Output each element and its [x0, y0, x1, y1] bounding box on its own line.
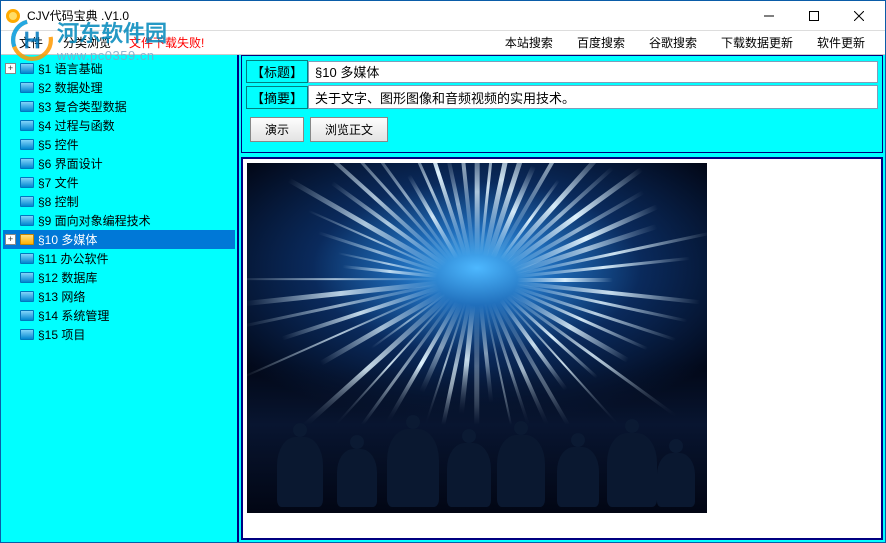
tree-toggle-icon	[5, 139, 16, 150]
tree-toggle-icon	[5, 101, 16, 112]
menu-browse[interactable]: 分类浏览	[53, 32, 121, 53]
demo-button[interactable]: 演示	[250, 117, 304, 142]
tree-toggle-icon	[5, 215, 16, 226]
book-icon	[20, 310, 34, 321]
book-icon	[20, 158, 34, 169]
close-button[interactable]	[836, 2, 881, 30]
tree-item-label: §4 过程与函数	[38, 117, 115, 134]
tree-item-13[interactable]: §13 网络	[3, 287, 235, 306]
menu-baidu-search[interactable]: 百度搜索	[565, 32, 637, 53]
tree-item-9[interactable]: §9 面向对象编程技术	[3, 211, 235, 230]
book-icon	[20, 63, 34, 74]
minimize-button[interactable]	[746, 2, 791, 30]
content-image	[247, 163, 707, 513]
tree-toggle-icon[interactable]: +	[5, 63, 16, 74]
tree-item-4[interactable]: §4 过程与函数	[3, 116, 235, 135]
main-panel: 【标题】 §10 多媒体 【摘要】 关于文字、图形图像和音频视频的实用技术。 演…	[239, 55, 885, 542]
tree-item-label: §9 面向对象编程技术	[38, 212, 151, 229]
tree-item-label: §11 办公软件	[38, 250, 108, 267]
title-value: §10 多媒体	[308, 61, 878, 83]
tree-item-label: §12 数据库	[38, 269, 97, 286]
tree-toggle-icon	[5, 291, 16, 302]
book-icon	[20, 177, 34, 188]
book-icon	[20, 215, 34, 226]
tree-item-label: §6 界面设计	[38, 155, 103, 172]
tree-item-15[interactable]: §15 项目	[3, 325, 235, 344]
tree-item-label: §13 网络	[38, 288, 85, 305]
tree-toggle-icon	[5, 120, 16, 131]
tree-item-label: §5 控件	[38, 136, 79, 153]
tree-item-2[interactable]: §2 数据处理	[3, 78, 235, 97]
tree-toggle-icon	[5, 177, 16, 188]
tree-item-12[interactable]: §12 数据库	[3, 268, 235, 287]
app-icon	[5, 8, 21, 24]
sidebar-tree[interactable]: + §1 语言基础 §2 数据处理 §3 复合类型数据 §4 过程与函数 §5 控件 §6 …	[1, 55, 239, 542]
summary-value: 关于文字、图形图像和音频视频的实用技术。	[308, 85, 878, 109]
tree-item-1[interactable]: + §1 语言基础	[3, 59, 235, 78]
tree-item-7[interactable]: §7 文件	[3, 173, 235, 192]
tree-item-label: §3 复合类型数据	[38, 98, 127, 115]
menu-error-message: 文件下载失败!	[121, 34, 204, 51]
image-panel	[241, 157, 883, 540]
book-icon	[20, 272, 34, 283]
book-icon	[20, 329, 34, 340]
tree-item-10[interactable]: + §10 多媒体	[3, 230, 235, 249]
book-icon	[20, 196, 34, 207]
window-title: CJV代码宝典 .V1.0	[27, 7, 746, 24]
titlebar: CJV代码宝典 .V1.0	[1, 1, 885, 31]
tree-item-6[interactable]: §6 界面设计	[3, 154, 235, 173]
tree-item-label: §14 系统管理	[38, 307, 109, 324]
menu-software-update[interactable]: 软件更新	[805, 32, 877, 53]
tree-toggle-icon	[5, 158, 16, 169]
maximize-button[interactable]	[791, 2, 836, 30]
tree-toggle-icon	[5, 82, 16, 93]
tree-toggle-icon	[5, 329, 16, 340]
tree-toggle-icon[interactable]: +	[5, 234, 16, 245]
tree-item-label: §1 语言基础	[38, 60, 103, 77]
menu-file[interactable]: 文件	[9, 32, 53, 53]
book-icon	[20, 101, 34, 112]
menubar: 文件 分类浏览 文件下载失败! 本站搜索 百度搜索 谷歌搜索 下载数据更新 软件…	[1, 31, 885, 55]
menu-site-search[interactable]: 本站搜索	[493, 32, 565, 53]
tree-item-11[interactable]: §11 办公软件	[3, 249, 235, 268]
info-panel: 【标题】 §10 多媒体 【摘要】 关于文字、图形图像和音频视频的实用技术。 演…	[241, 55, 883, 153]
book-icon	[20, 139, 34, 150]
tree-item-label: §2 数据处理	[38, 79, 103, 96]
book-icon	[20, 120, 34, 131]
folder-open-icon	[20, 234, 34, 245]
view-content-button[interactable]: 浏览正文	[310, 117, 388, 142]
tree-toggle-icon	[5, 310, 16, 321]
tree-item-label: §8 控制	[38, 193, 79, 210]
tree-item-5[interactable]: §5 控件	[3, 135, 235, 154]
tree-toggle-icon	[5, 196, 16, 207]
tree-item-3[interactable]: §3 复合类型数据	[3, 97, 235, 116]
book-icon	[20, 291, 34, 302]
tree-toggle-icon	[5, 272, 16, 283]
tree-item-label: §7 文件	[38, 174, 79, 191]
tree-item-8[interactable]: §8 控制	[3, 192, 235, 211]
summary-label: 【摘要】	[246, 86, 308, 109]
tree-item-14[interactable]: §14 系统管理	[3, 306, 235, 325]
tree-item-label: §10 多媒体	[38, 231, 97, 248]
menu-google-search[interactable]: 谷歌搜索	[637, 32, 709, 53]
book-icon	[20, 82, 34, 93]
tree-item-label: §15 项目	[38, 326, 85, 343]
title-label: 【标题】	[246, 60, 308, 83]
book-icon	[20, 253, 34, 264]
menu-download-update[interactable]: 下载数据更新	[709, 32, 805, 53]
tree-toggle-icon	[5, 253, 16, 264]
